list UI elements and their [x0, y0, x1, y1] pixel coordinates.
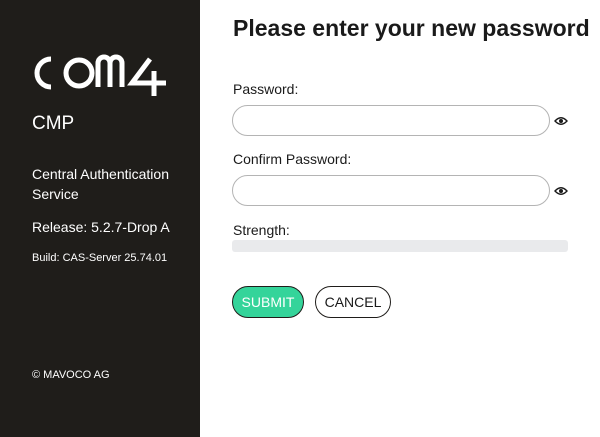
password-form: Please enter your new password Password:… [200, 0, 600, 437]
copyright: © MAVOCO AG [32, 369, 110, 381]
page-title: Please enter your new password [233, 15, 590, 41]
eye-icon[interactable] [554, 186, 568, 196]
confirm-password-label: Confirm Password: [233, 151, 352, 167]
password-input[interactable] [232, 105, 550, 136]
strength-label: Strength: [233, 222, 290, 238]
build-info: Build: CAS-Server 25.74.01 [32, 252, 168, 264]
password-label: Password: [233, 81, 299, 97]
eye-icon[interactable] [554, 116, 568, 126]
confirm-password-input[interactable] [232, 175, 550, 206]
submit-button[interactable]: SUBMIT [232, 286, 304, 318]
release-info: Release: 5.2.7-Drop A [32, 219, 170, 235]
com4-logo [34, 54, 166, 96]
product-name: CMP [32, 113, 75, 134]
service-name: Central Authentication Service [32, 166, 169, 202]
cancel-button[interactable]: CANCEL [315, 286, 391, 318]
sidebar: CMP Central Authentication Service Relea… [0, 0, 200, 437]
strength-meter [232, 240, 568, 252]
